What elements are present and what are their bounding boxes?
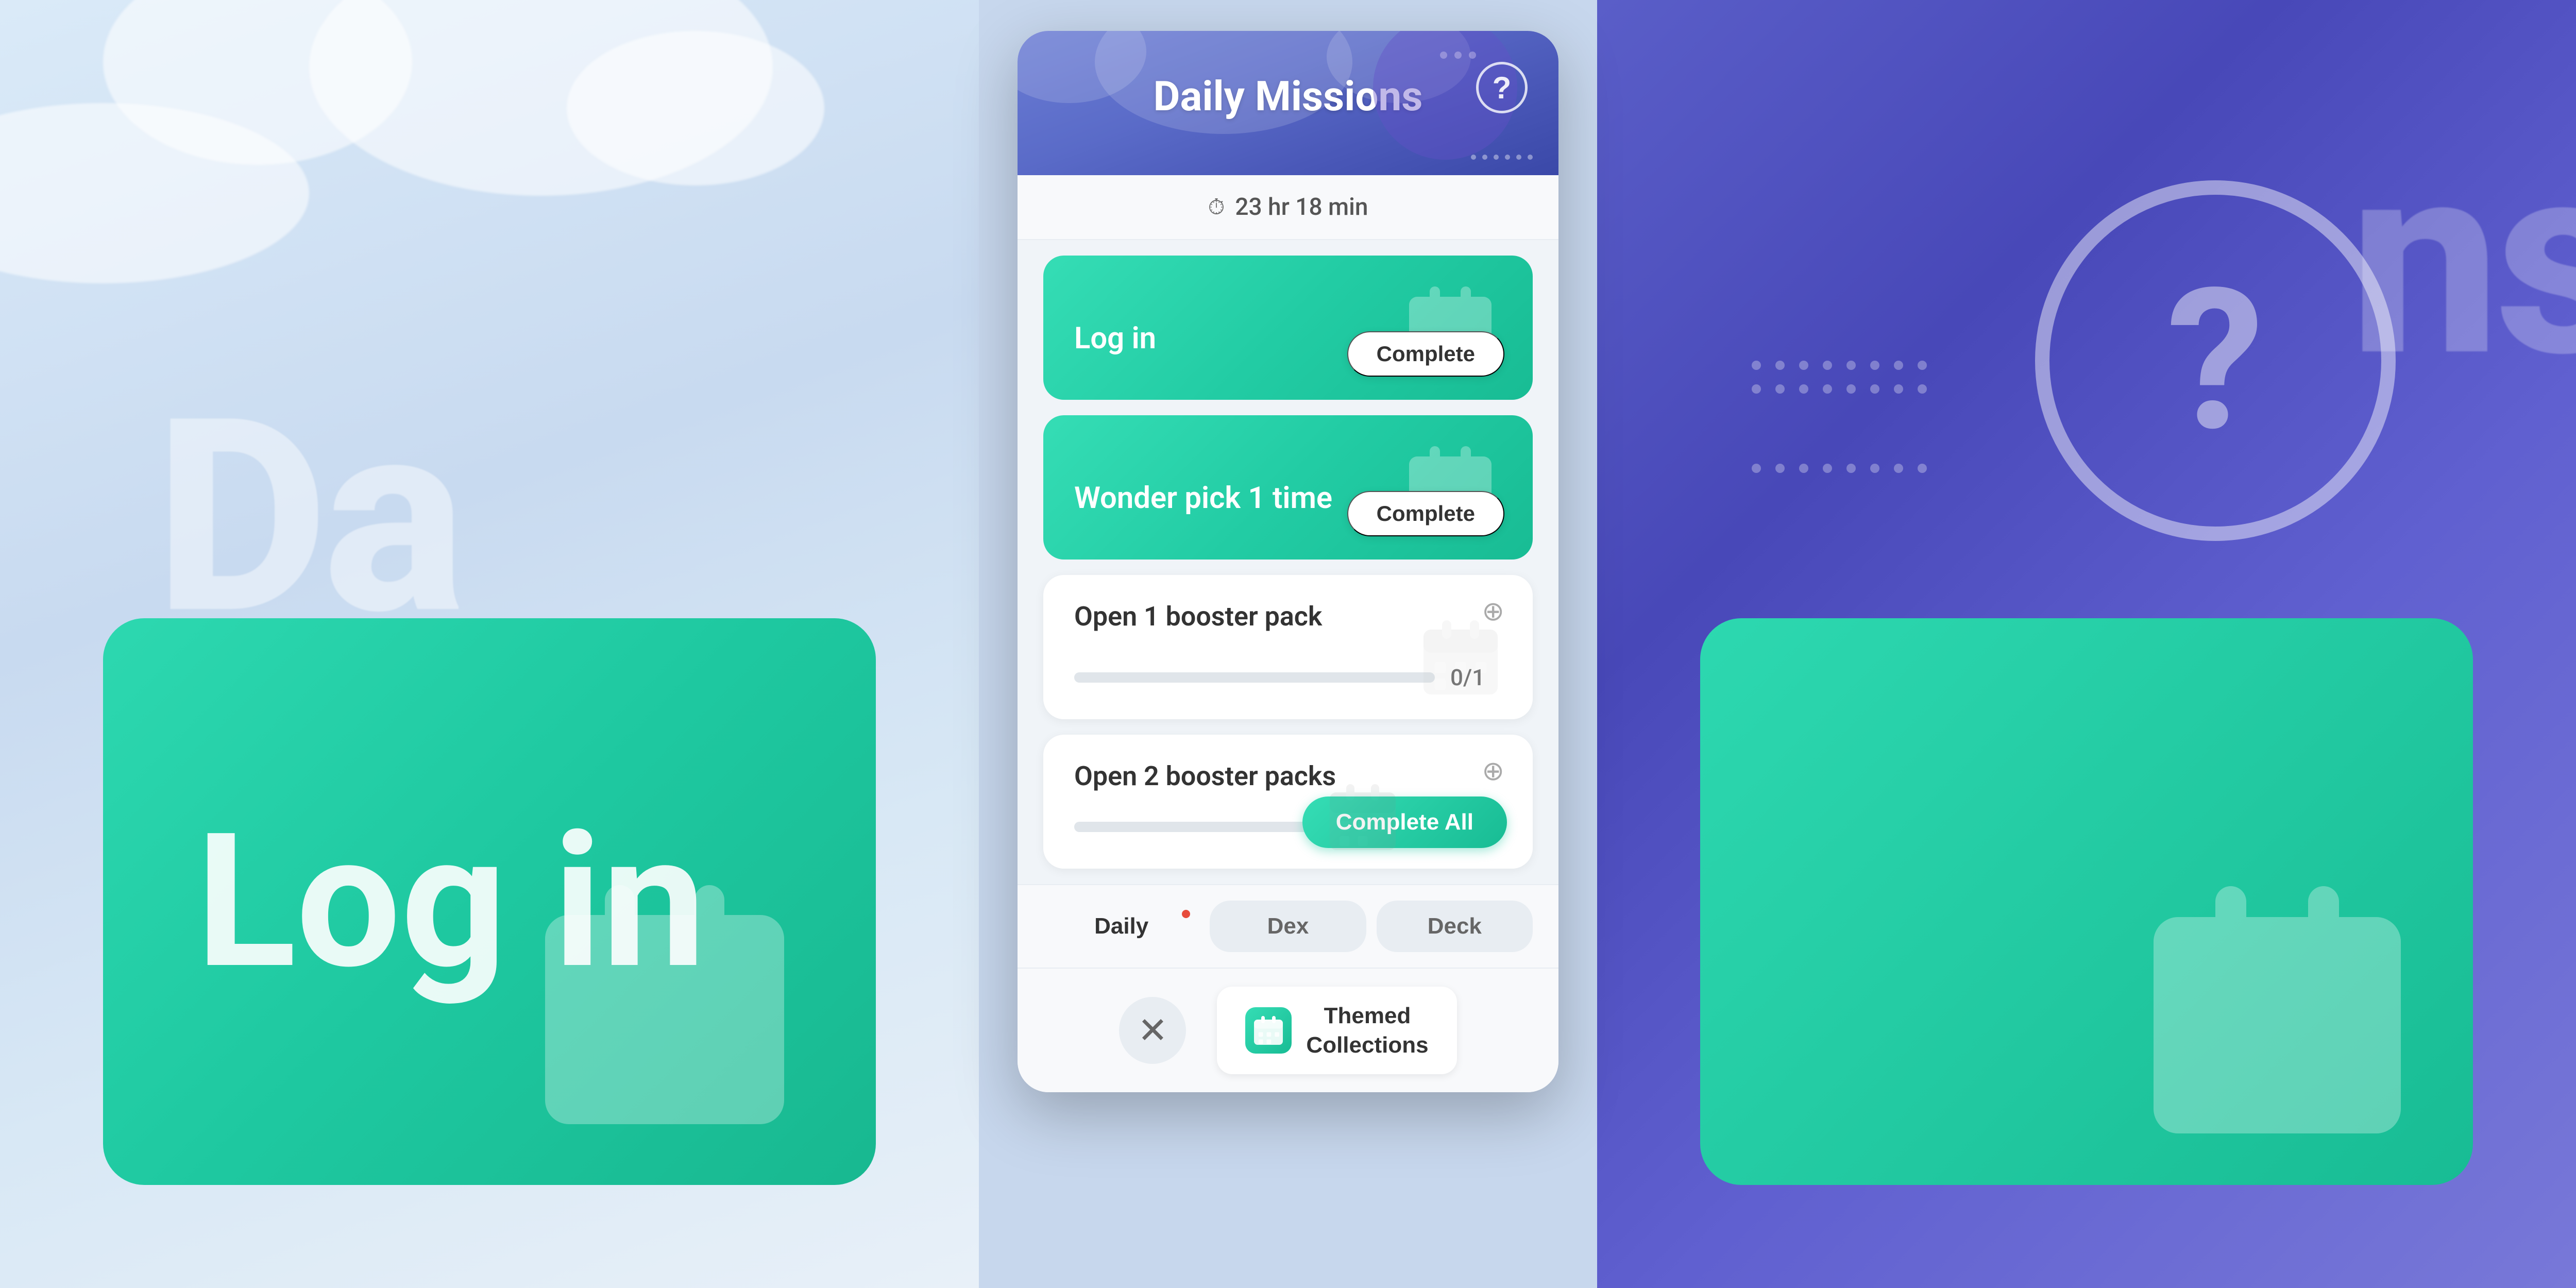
close-icon: ✕: [1138, 1009, 1168, 1052]
modal-overlay: Daily Missions ? ⏱ 23 hr 18 min Log in: [979, 0, 1597, 1288]
bg-card-left: Log in: [103, 618, 876, 1185]
complete-badge-login[interactable]: Complete: [1347, 331, 1504, 377]
tab-deck[interactable]: Deck: [1377, 901, 1533, 952]
tab-daily-notification: [1182, 910, 1190, 918]
help-icon: ?: [1493, 70, 1512, 106]
mission-card-wonder-pick: Wonder pick 1 time Complete: [1043, 415, 1533, 560]
dots-grid-1: [1752, 361, 1927, 394]
mission-card-open-2: Open 2 booster packs ⊕ 0/2 Complete All: [1043, 735, 1533, 869]
modal-header: Daily Missions ?: [1018, 31, 1558, 175]
timer-bar: ⏱ 23 hr 18 min: [1018, 175, 1558, 240]
bg-question-mark: ?: [2166, 263, 2264, 459]
missions-list: Log in Complete: [1018, 240, 1558, 884]
tab-deck-label: Deck: [1428, 913, 1482, 939]
tab-dex-label: Dex: [1267, 913, 1309, 939]
timer-icon: ⏱: [1208, 195, 1225, 220]
close-button[interactable]: ✕: [1119, 997, 1186, 1064]
bg-question-circle: ?: [2035, 180, 2396, 541]
modal: Daily Missions ? ⏱ 23 hr 18 min Log in: [1018, 31, 1558, 1092]
help-button[interactable]: ?: [1476, 62, 1528, 113]
tab-dex[interactable]: Dex: [1210, 901, 1366, 952]
tab-bar: Daily Dex Deck: [1018, 884, 1558, 968]
background-right: ns ?: [1597, 0, 2576, 1288]
zoom-icon-open-2: ⊕: [1482, 755, 1504, 787]
bottom-bar: ✕ ThemedCollections: [1018, 968, 1558, 1092]
mission-title-open-2: Open 2 booster packs: [1074, 760, 1502, 792]
timer-text: 23 hr 18 min: [1235, 193, 1368, 221]
mission-card-login: Log in Complete: [1043, 256, 1533, 400]
tab-daily[interactable]: Daily: [1043, 901, 1199, 952]
themed-collections-label: ThemedCollections: [1306, 1001, 1428, 1060]
themed-collections-icon: [1245, 1007, 1292, 1054]
background-left: Da Log in: [0, 0, 979, 1288]
header-dots-bottom: [1471, 155, 1533, 160]
mission-card-open-1: Open 1 booster pack ⊕ 0/1: [1043, 575, 1533, 719]
mission-icon-open-2: [1321, 776, 1404, 858]
tab-daily-label: Daily: [1094, 913, 1148, 939]
mission-icon-open-1: [1414, 611, 1507, 704]
complete-badge-wonder-pick[interactable]: Complete: [1347, 491, 1504, 536]
bg-card-right: [1700, 618, 2473, 1185]
bg-card-left-icon: [515, 855, 814, 1154]
bg-card-right-icon: [2123, 855, 2432, 1164]
dots-grid-2: [1752, 464, 1927, 473]
progress-bar-bg-open-1: [1074, 672, 1435, 683]
themed-collections-button[interactable]: ThemedCollections: [1217, 987, 1456, 1074]
